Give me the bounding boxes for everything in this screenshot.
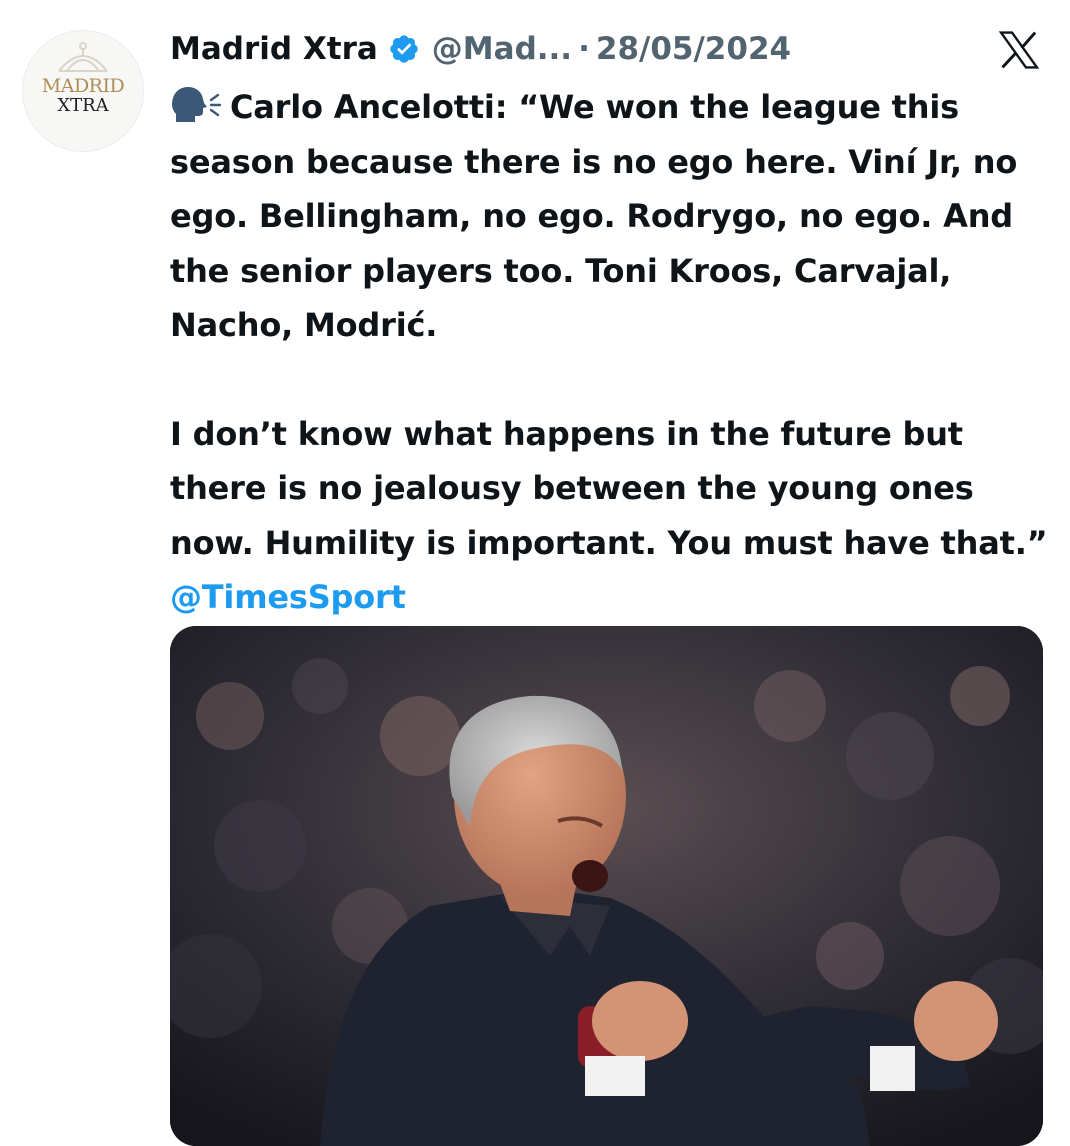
tweet-date[interactable]: 28/05/2024 [596,31,791,67]
tweet-text: Carlo Ancelotti: “We won the league this… [170,80,1050,625]
x-logo-icon [998,31,1040,69]
avatar[interactable]: MADRID XTRA [22,30,144,152]
avatar-crest-text: MADRID [41,75,125,97]
photo-illustration [170,626,1043,1146]
speaking-head-icon [172,87,222,122]
tweet-photo[interactable] [170,626,1043,1146]
display-name[interactable]: Madrid Xtra [170,31,378,67]
separator-dot: · [578,31,590,67]
avatar-crest-subtext: XTRA [57,95,109,116]
user-handle[interactable]: @Mad... [432,31,572,67]
quote-part-2: I don’t know what happens in the future … [170,414,1048,562]
quote-part-1: Carlo Ancelotti: “We won the league this… [170,88,1018,344]
tweet-header: Madrid Xtra @Mad... · 28/05/2024 [170,24,791,74]
tweet-paragraph-1: Carlo Ancelotti: “We won the league this… [170,80,1050,353]
mention-link[interactable]: @TimesSport [170,578,406,616]
verified-badge-icon [390,35,418,63]
tweet-paragraph-2: I don’t know what happens in the future … [170,407,1050,625]
